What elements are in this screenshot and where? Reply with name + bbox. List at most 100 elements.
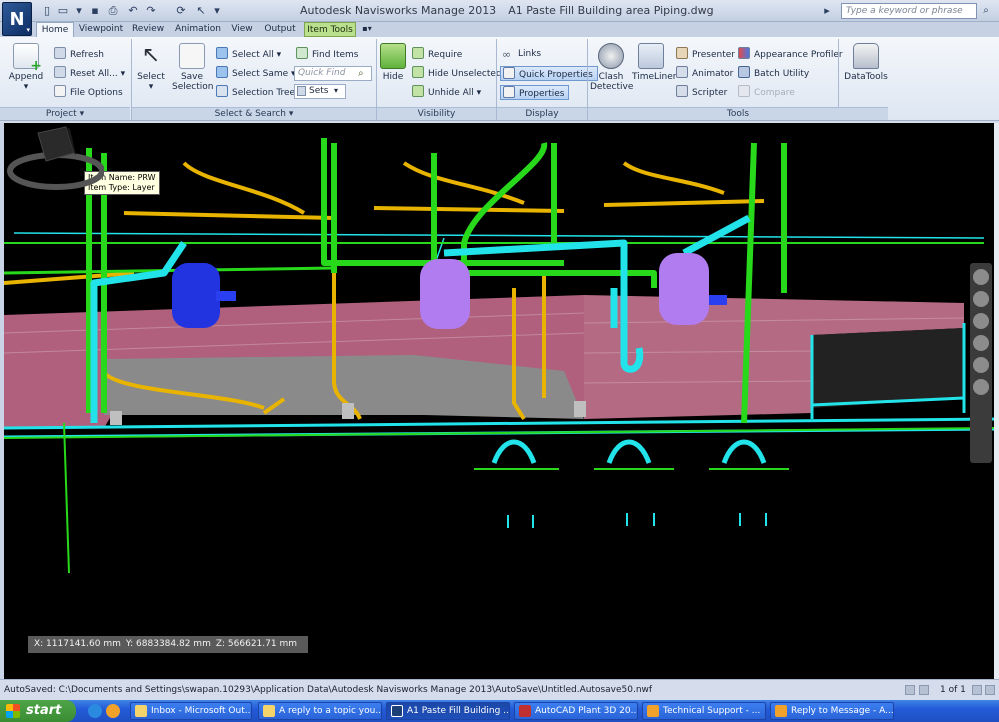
tab-animation[interactable]: Animation (171, 22, 225, 37)
tab-home[interactable]: Home (36, 22, 74, 37)
task-reply-message[interactable]: Reply to Message - A... (770, 702, 894, 720)
sets-dropdown[interactable]: Sets (294, 84, 346, 99)
quick-find-search-icon[interactable]: ⌕ (358, 66, 372, 81)
undo-icon[interactable]: ↶ (126, 4, 140, 18)
clash-detective-button[interactable]: Clash Detective (590, 43, 634, 92)
new-file-icon[interactable]: ▯ (40, 4, 54, 18)
task-forum-reply[interactable]: A reply to a topic you... (258, 702, 382, 720)
model-canvas[interactable] (4, 123, 999, 679)
select-same-label: Select Same (232, 69, 289, 79)
qat-menu-icon[interactable]: ▾ (210, 4, 224, 18)
file-options-button[interactable]: File Options (54, 85, 123, 100)
open-folder-icon[interactable]: ▭ (56, 4, 70, 18)
coord-y: Y: 6883384.82 mm (125, 639, 211, 649)
chevron-down-icon: ▾ (148, 82, 154, 92)
find-items-icon (296, 47, 308, 59)
ribbon-options-icon[interactable]: ▪▾ (360, 22, 374, 37)
append-button[interactable]: + Append ▾ (6, 43, 46, 92)
zoom-icon[interactable] (973, 313, 989, 329)
application-menu-button[interactable]: N ▾ (2, 2, 32, 36)
select-same-icon (216, 66, 228, 78)
print-icon[interactable]: ⎙ (106, 4, 120, 18)
task-autocad[interactable]: AutoCAD Plant 3D 20... (514, 702, 638, 720)
ribbon-tabs: Home Viewpoint Review Animation View Out… (0, 22, 999, 37)
clash-label-2: Detective (590, 82, 634, 92)
animator-button[interactable]: Animator (676, 66, 733, 81)
unhide-all-button[interactable]: Unhide All ▾ (412, 85, 481, 100)
database-icon (853, 43, 879, 69)
ie-icon[interactable] (88, 704, 102, 718)
scripter-icon (676, 85, 688, 97)
refresh-icon (54, 47, 66, 59)
chevron-down-icon[interactable]: ▾ (334, 86, 338, 95)
scripter-button[interactable]: Scripter (676, 85, 727, 100)
hide-button[interactable]: Hide (380, 43, 406, 82)
steering-wheel-icon[interactable] (973, 269, 989, 285)
datatools-button[interactable]: DataTools (844, 43, 888, 82)
selection-tree-icon (216, 85, 228, 97)
animator-icon (676, 66, 688, 78)
tab-review[interactable]: Review (128, 22, 168, 37)
presenter-button[interactable]: Presenter (676, 47, 735, 62)
status-bar: AutoSaved: C:\Documents and Settings\swa… (0, 679, 999, 700)
tab-view[interactable]: View (228, 22, 256, 37)
tab-output[interactable]: Output (260, 22, 300, 37)
refresh-button[interactable]: Refresh (54, 47, 104, 62)
find-items-button[interactable]: Find Items (296, 47, 358, 62)
viewport-scrollbar[interactable] (994, 123, 999, 679)
task-navisworks[interactable]: A1 Paste Fill Building ... (386, 702, 510, 720)
task-label: Inbox - Microsoft Out... (151, 706, 252, 716)
help-search-input[interactable]: Type a keyword or phrase (841, 3, 977, 19)
unhide-all-icon (412, 85, 424, 97)
next-page-icon[interactable] (972, 685, 982, 695)
viewcube[interactable] (4, 123, 104, 193)
datatools-label: DataTools (844, 72, 888, 82)
windows-taskbar: start Inbox - Microsoft Out... A reply t… (0, 700, 999, 722)
pan-icon[interactable] (973, 291, 989, 307)
select-cursor-icon[interactable]: ↖ (194, 4, 208, 18)
chevron-down-icon: ▾ (120, 69, 126, 79)
panel-select-search-label: Select & Search ▾ (132, 107, 376, 120)
tab-viewpoint[interactable]: Viewpoint (77, 22, 125, 37)
appearance-profiler-button[interactable]: Appearance Profiler (738, 47, 843, 62)
walk-icon[interactable] (973, 379, 989, 395)
prev-page-icon[interactable] (919, 685, 929, 695)
compare-button[interactable]: Compare (738, 85, 795, 100)
links-button[interactable]: ∞ Links (502, 47, 541, 62)
redo-icon[interactable]: ↷ (144, 4, 158, 18)
tab-item-tools[interactable]: Item Tools (304, 22, 356, 37)
3d-viewport[interactable]: Item Name: PRW Item Type: Layer X: 11171… (0, 123, 999, 679)
panel-tools-label: Tools (588, 107, 888, 120)
orbit-icon[interactable] (973, 335, 989, 351)
task-outlook[interactable]: Inbox - Microsoft Out... (130, 702, 252, 720)
help-search-icon[interactable]: ▸ (820, 4, 834, 18)
batch-utility-button[interactable]: Batch Utility (738, 66, 809, 81)
navisworks-icon (391, 705, 403, 717)
refresh-icon[interactable]: ⟳ (174, 4, 188, 18)
select-button[interactable]: ↖ Select ▾ (136, 43, 166, 92)
chevron-down-icon[interactable]: ▾ (72, 4, 86, 18)
selection-tree-button[interactable]: Selection Tree (216, 85, 295, 100)
select-all-button[interactable]: Select All ▾ (216, 47, 281, 62)
hide-unselected-button[interactable]: Hide Unselected (412, 66, 502, 81)
presenter-icon (676, 47, 688, 59)
select-same-button[interactable]: Select Same ▾ (216, 66, 296, 81)
properties-toggle[interactable]: Properties (500, 85, 570, 100)
search-icon[interactable]: ⌕ (978, 3, 994, 19)
look-icon[interactable] (973, 357, 989, 373)
save-icon[interactable]: ▪ (88, 4, 102, 18)
require-button[interactable]: Require (412, 47, 462, 62)
start-button[interactable]: start (0, 700, 76, 722)
panel-project-label[interactable]: Project ▾ (0, 107, 130, 120)
first-page-icon[interactable] (905, 685, 915, 695)
save-selection-button[interactable]: Save Selection (172, 43, 213, 92)
last-page-icon[interactable] (985, 685, 995, 695)
quick-properties-toggle[interactable]: Quick Properties (500, 66, 598, 81)
coord-z: Z: 566621.71 mm (215, 639, 297, 649)
compare-icon (738, 85, 750, 97)
task-technical-support[interactable]: Technical Support - ... (642, 702, 766, 720)
start-label: start (26, 703, 62, 718)
timeliner-button[interactable]: TimeLiner (632, 43, 676, 82)
reset-all-button[interactable]: Reset All... ▾ (54, 66, 125, 81)
firefox-icon[interactable] (106, 704, 120, 718)
